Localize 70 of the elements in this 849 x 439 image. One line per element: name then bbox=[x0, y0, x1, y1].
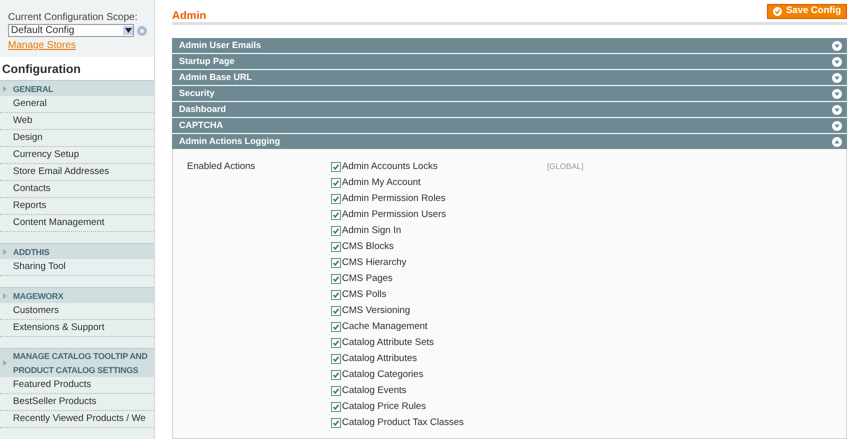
checkbox[interactable] bbox=[331, 274, 341, 284]
section-header[interactable]: Admin Actions Logging bbox=[172, 134, 847, 149]
checkbox-label: Catalog Attributes bbox=[342, 352, 417, 366]
section-header[interactable]: Admin Base URL bbox=[172, 70, 847, 85]
sidebar-item[interactable]: Customers bbox=[0, 303, 154, 320]
checkbox[interactable] bbox=[331, 402, 341, 412]
expand-icon bbox=[832, 104, 842, 114]
checkbox-label: Admin Permission Roles bbox=[342, 192, 446, 206]
checkbox-label: Catalog Categories bbox=[342, 368, 424, 382]
sidebar-item[interactable]: Web bbox=[0, 113, 154, 130]
checkbox[interactable] bbox=[331, 226, 341, 236]
checkbox[interactable] bbox=[331, 386, 341, 396]
checkbox[interactable] bbox=[331, 370, 341, 380]
scope-tag: [GLOBAL] bbox=[547, 159, 584, 438]
sidebar-item[interactable]: General bbox=[0, 96, 154, 113]
sidebar-item[interactable]: Store Email Addresses bbox=[0, 164, 154, 181]
section-header[interactable]: Startup Page bbox=[172, 54, 847, 69]
scope-label: Current Configuration Scope: bbox=[8, 12, 139, 24]
checkbox-label: Admin Sign In bbox=[342, 224, 402, 238]
checkbox-label: CMS Blocks bbox=[342, 240, 394, 254]
sidebar-item[interactable]: Contacts bbox=[0, 181, 154, 198]
sidebar-item[interactable]: Featured Products bbox=[0, 377, 154, 394]
sidebar-item[interactable]: Extensions & Support bbox=[0, 320, 154, 337]
checkbox[interactable] bbox=[331, 338, 341, 348]
expand-icon bbox=[832, 72, 842, 82]
sidebar-item[interactable]: BestSeller Products bbox=[0, 394, 154, 411]
checkbox-label: Admin Permission Users bbox=[342, 208, 446, 222]
dropdown-icon bbox=[123, 26, 133, 35]
section-header[interactable]: Dashboard bbox=[172, 102, 847, 117]
sidebar-item[interactable]: Currency Setup bbox=[0, 147, 154, 164]
sidebar-item[interactable]: Recently Viewed Products / We bbox=[0, 411, 154, 428]
checkbox-label: Catalog Events bbox=[342, 384, 406, 398]
collapse-icon bbox=[832, 136, 842, 146]
checkbox-label: Admin My Account bbox=[342, 176, 421, 190]
checkbox[interactable] bbox=[331, 322, 341, 332]
checkbox[interactable] bbox=[331, 178, 341, 188]
checkbox[interactable] bbox=[331, 258, 341, 268]
expand-icon bbox=[832, 40, 842, 50]
expand-icon bbox=[832, 120, 842, 130]
checkbox[interactable] bbox=[331, 242, 341, 252]
checkbox[interactable] bbox=[331, 306, 341, 316]
checkbox-label: Cache Management bbox=[342, 320, 428, 334]
sidebar-item[interactable]: Sharing Tool bbox=[0, 259, 154, 276]
sidebar-item[interactable]: Reports bbox=[0, 198, 154, 215]
check-circle-icon bbox=[773, 7, 782, 16]
checkbox-label: CMS Pages bbox=[342, 272, 393, 286]
expand-icon bbox=[832, 88, 842, 98]
section-header[interactable]: Security bbox=[172, 86, 847, 101]
checkbox[interactable] bbox=[331, 210, 341, 220]
checkbox-label: CMS Polls bbox=[342, 288, 386, 302]
scope-select[interactable]: Default Config bbox=[8, 24, 134, 37]
checkbox-label: CMS Hierarchy bbox=[342, 256, 406, 270]
checkbox-label: Catalog Product Tax Classes bbox=[342, 416, 464, 430]
sidebar-item[interactable]: Content Management bbox=[0, 215, 154, 232]
page-title: Admin bbox=[172, 9, 206, 24]
checkbox-label: Catalog Price Rules bbox=[342, 400, 426, 414]
checkbox[interactable] bbox=[331, 162, 341, 172]
section-header[interactable]: Admin User Emails bbox=[172, 38, 847, 53]
section-header[interactable]: CAPTCHA bbox=[172, 118, 847, 133]
sidebar-item[interactable]: Design bbox=[0, 130, 154, 147]
expand-icon bbox=[832, 56, 842, 66]
checkbox-label: Admin Accounts Locks bbox=[342, 160, 438, 174]
checkbox-label: Catalog Attribute Sets bbox=[342, 336, 434, 350]
checkbox-label: CMS Versioning bbox=[342, 304, 410, 318]
configuration-heading: Configuration bbox=[0, 57, 154, 80]
checkbox[interactable] bbox=[331, 194, 341, 204]
checkbox[interactable] bbox=[331, 290, 341, 300]
checkbox[interactable] bbox=[331, 354, 341, 364]
field-label: Enabled Actions bbox=[187, 160, 256, 174]
checkbox[interactable] bbox=[331, 418, 341, 428]
